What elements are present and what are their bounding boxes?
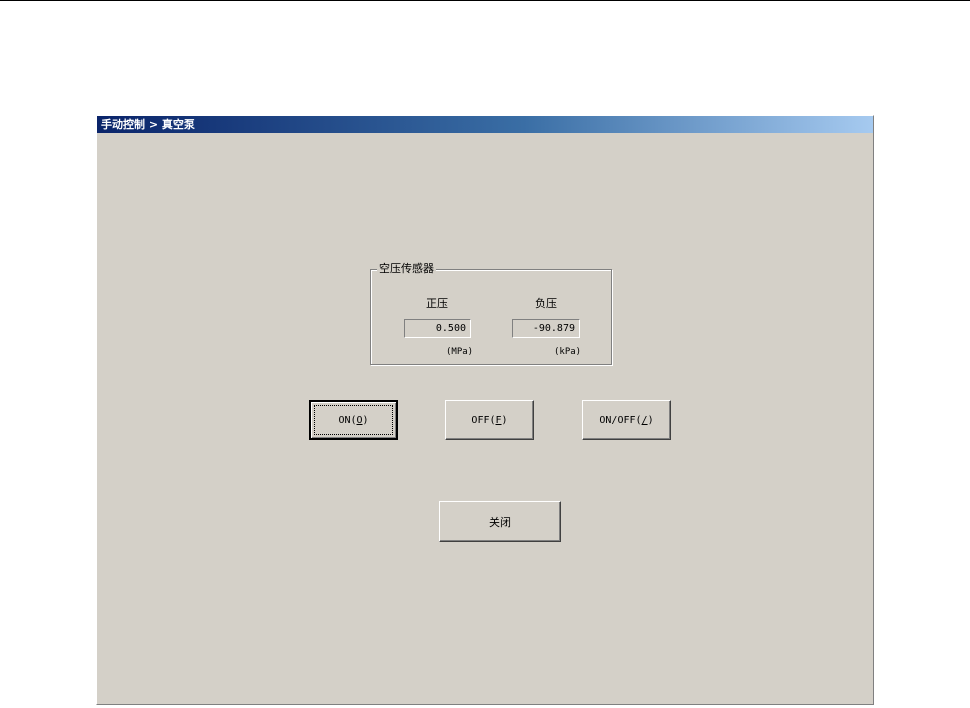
on-off-toggle-button-label: ON/OFF(/): [599, 414, 654, 426]
close-button-label: 关闭: [489, 515, 511, 529]
vacuum-pump-dialog: 手动控制 > 真空泵 空压传感器 正压 负压 0.500 -90.879 (MP…: [96, 115, 874, 705]
negative-pressure-header: 负压: [535, 297, 557, 310]
positive-pressure-readout: 0.500: [404, 319, 471, 338]
negative-pressure-readout: -90.879: [512, 319, 580, 338]
pressure-sensor-group-label: 空压传感器: [377, 262, 436, 276]
positive-pressure-unit: (MPa): [446, 347, 474, 357]
positive-pressure-header: 正压: [426, 297, 448, 310]
off-button-label: OFF(F): [471, 414, 508, 426]
dialog-title: 手动控制 > 真空泵: [97, 116, 873, 133]
negative-pressure-unit: (kPa): [554, 347, 582, 357]
close-button[interactable]: 关闭: [439, 501, 561, 542]
on-button-label: ON(O): [338, 414, 369, 426]
on-off-toggle-button[interactable]: ON/OFF(/): [582, 400, 671, 440]
top-divider-line: [0, 0, 970, 1]
pressure-sensor-group: 空压传感器 正压 负压 0.500 -90.879 (MPa) (kPa): [370, 262, 612, 365]
on-button[interactable]: ON(O): [309, 400, 398, 440]
off-button[interactable]: OFF(F): [445, 400, 534, 440]
